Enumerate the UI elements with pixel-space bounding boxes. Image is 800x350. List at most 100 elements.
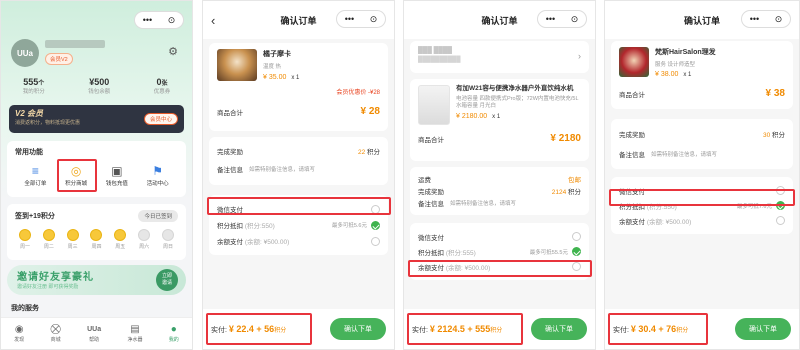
checkin-button[interactable]: 今日已签到 <box>138 210 178 222</box>
tab-discover[interactable]: ◉ 发现 <box>14 324 24 343</box>
vip-card: V2 会员 消费返积分，物料抵现更优惠 会员中心 <box>9 105 184 133</box>
checkin-day: 周五 <box>110 229 130 250</box>
checkin-day: 周日 <box>158 229 178 250</box>
product-name: 有加W21容与便携净水器户外直饮纯水机 <box>456 85 574 92</box>
submit-order-button[interactable]: 确认下单 <box>531 318 587 340</box>
member-center-button[interactable]: 会员中心 <box>143 113 178 125</box>
stats-row: 555个 我的积分 ¥500 钱包余额 0张 优惠券 <box>1 77 192 95</box>
note-label: 备注信息 <box>217 167 243 174</box>
close-icon[interactable]: ⊙ <box>370 14 378 25</box>
address-card[interactable]: ███ ████ ██████████ › <box>410 41 589 73</box>
more-icon[interactable]: ••• <box>345 14 354 24</box>
mini-program-capsule[interactable]: ••• ⊙ <box>336 10 386 28</box>
more-icon[interactable]: ••• <box>546 14 555 24</box>
username-blurred <box>45 40 105 48</box>
reward-value: 22 <box>357 149 366 156</box>
checkin-day: 周四 <box>86 229 106 250</box>
reward-label: 完成奖励 <box>217 149 243 156</box>
pay-balance[interactable]: 余额支付 (余额: ¥500.00) <box>619 213 785 228</box>
cart-icon: ⛒ <box>50 324 61 335</box>
product-spec: 服务 设计师造型 <box>655 62 696 68</box>
note-input[interactable]: 如需特别备注信息，请填写 <box>651 150 717 158</box>
settings-icon[interactable]: ⚙ <box>168 45 178 58</box>
subtotal-value: ¥ 38 <box>765 88 785 99</box>
reward-value: 2124 <box>551 189 567 196</box>
address-name-blurred: ███ ████ <box>418 47 453 54</box>
close-icon[interactable]: ⊙ <box>775 14 783 25</box>
stat-wallet[interactable]: ¥500 钱包余额 <box>88 77 110 95</box>
product-qty: x 1 <box>291 74 300 81</box>
bottom-tabbar: ◉ 发现 ⛒ 商城 UUa 帮助 ▤ 净水器 ● 我的 <box>1 317 192 349</box>
services-title: 我的服务 <box>11 305 39 312</box>
more-icon[interactable]: ••• <box>143 15 152 25</box>
avatar[interactable]: UUa <box>11 39 39 67</box>
brand-logo-icon: UUa <box>87 326 102 333</box>
pay-balance[interactable]: 余额支付 (余额: ¥500.00) <box>217 233 380 249</box>
invite-title: 邀请好友享豪礼 <box>17 272 94 283</box>
product-image <box>619 47 649 77</box>
reward-label: 完成奖励 <box>418 189 444 196</box>
note-input[interactable]: 如需特别备注信息，请填写 <box>249 165 315 173</box>
product-spec: 电池容量 四款便携式Pro版；72W内置电池快充/5L <box>456 96 579 102</box>
activity-center-button[interactable]: ⚑ 活动中心 <box>140 163 176 187</box>
highlight-total <box>407 313 523 345</box>
member-discount: 会员优惠价 -¥28 <box>336 90 380 96</box>
chevron-right-icon: › <box>578 51 581 61</box>
product-name: 梵斯HairSalon理发 <box>655 49 716 56</box>
checkin-day: 周三 <box>63 229 83 250</box>
product-qty: x 1 <box>683 71 692 78</box>
highlight-total <box>608 313 708 345</box>
stat-coupons[interactable]: 0张 优惠券 <box>154 77 171 95</box>
subtotal-label: 商品合计 <box>619 91 645 99</box>
mini-program-capsule[interactable]: ••• ⊙ <box>537 10 587 28</box>
checkin-day: 周六 <box>134 229 154 250</box>
mini-program-capsule[interactable]: ••• ⊙ <box>134 11 184 29</box>
tab-mall[interactable]: ⛒ 商城 <box>51 324 61 343</box>
nav-bar: 确认订单 ••• ⊙ <box>605 1 799 39</box>
pay-wechat[interactable]: 微信支付 <box>418 229 581 244</box>
reward-card: 完成奖励 30 积分 备注信息 如需特别备注信息，请填写 <box>611 119 793 169</box>
product-card: 橘子摩卡 温度 热 ¥ 35.00 x 1 会员优惠价 -¥28 商品合计 ¥ 28 <box>209 43 388 131</box>
product-spec: 温度 热 <box>263 64 282 70</box>
note-label: 备注信息 <box>418 201 444 208</box>
product-image <box>418 85 450 125</box>
more-icon[interactable]: ••• <box>750 14 759 24</box>
subtotal-value: ¥ 2180 <box>550 133 581 144</box>
product-spec-2: 水箱容量 月光白 <box>456 103 497 109</box>
invite-banner[interactable]: 邀请好友享豪礼 邀请好友注册 即可获得奖励 立即 邀请 <box>7 265 186 295</box>
tab-purifier[interactable]: ▤ 净水器 <box>127 324 142 343</box>
wallet-recharge-button[interactable]: ▣ 钱包充值 <box>99 163 135 187</box>
stat-points[interactable]: 555个 我的积分 <box>23 77 45 95</box>
all-orders-button[interactable]: ≡ 全部订单 <box>17 163 53 187</box>
invite-now-button[interactable]: 立即 邀请 <box>156 269 178 291</box>
product-card: 有加W21容与便携净水器户外直饮纯水机 电池容量 四款便携式Pro版；72W内置… <box>410 79 589 161</box>
subtotal-label: 商品合计 <box>217 109 243 117</box>
wallet-icon: ▣ <box>111 164 123 178</box>
order-panel-salon: 确认订单 ••• ⊙ 梵斯HairSalon理发 服务 设计师造型 ¥ 38.00… <box>604 0 800 350</box>
submit-order-button[interactable]: 确认下单 <box>735 318 791 340</box>
invite-sub: 邀请好友注册 即可获得奖励 <box>17 284 79 290</box>
product-price: ¥ 38.00 <box>655 71 679 78</box>
tab-me[interactable]: ● 我的 <box>169 324 179 343</box>
close-icon[interactable]: ⊙ <box>571 14 579 25</box>
close-icon[interactable]: ⊙ <box>168 15 176 26</box>
highlight-points-mall <box>57 159 97 192</box>
highlight-points-deduct <box>609 189 795 206</box>
pay-points-deduct[interactable]: 积分抵扣 (积分:550) 最多可抵5.6元 <box>217 217 380 233</box>
pay-points-deduct[interactable]: 积分抵扣 (积分:555) 最多可抵55.5元 <box>418 244 581 259</box>
product-name: 橘子摩卡 <box>263 51 291 58</box>
checkin-day: 周二 <box>39 229 59 250</box>
highlight-points-deduct <box>408 260 592 277</box>
product-card: 梵斯HairSalon理发 服务 设计师造型 ¥ 38.00 x 1 商品合计 ¥ … <box>611 41 793 109</box>
note-input[interactable]: 如需特别备注信息，请填写 <box>450 199 516 207</box>
order-panel-purifier: 确认订单 ••• ⊙ ███ ████ ██████████ › 有加W21容与便… <box>403 0 596 350</box>
mini-program-capsule[interactable]: ••• ⊙ <box>741 10 791 28</box>
product-image <box>217 49 257 81</box>
submit-order-button[interactable]: 确认下单 <box>330 318 386 340</box>
nav-bar: 确认订单 ••• ⊙ <box>404 1 595 39</box>
note-label: 备注信息 <box>619 152 645 159</box>
highlight-total <box>206 313 312 345</box>
reward-card: 完成奖励 22 积分 备注信息 如需特别备注信息，请填写 <box>209 137 388 185</box>
tab-help[interactable]: UUa 帮助 <box>87 324 101 343</box>
discover-icon: ◉ <box>14 324 24 335</box>
